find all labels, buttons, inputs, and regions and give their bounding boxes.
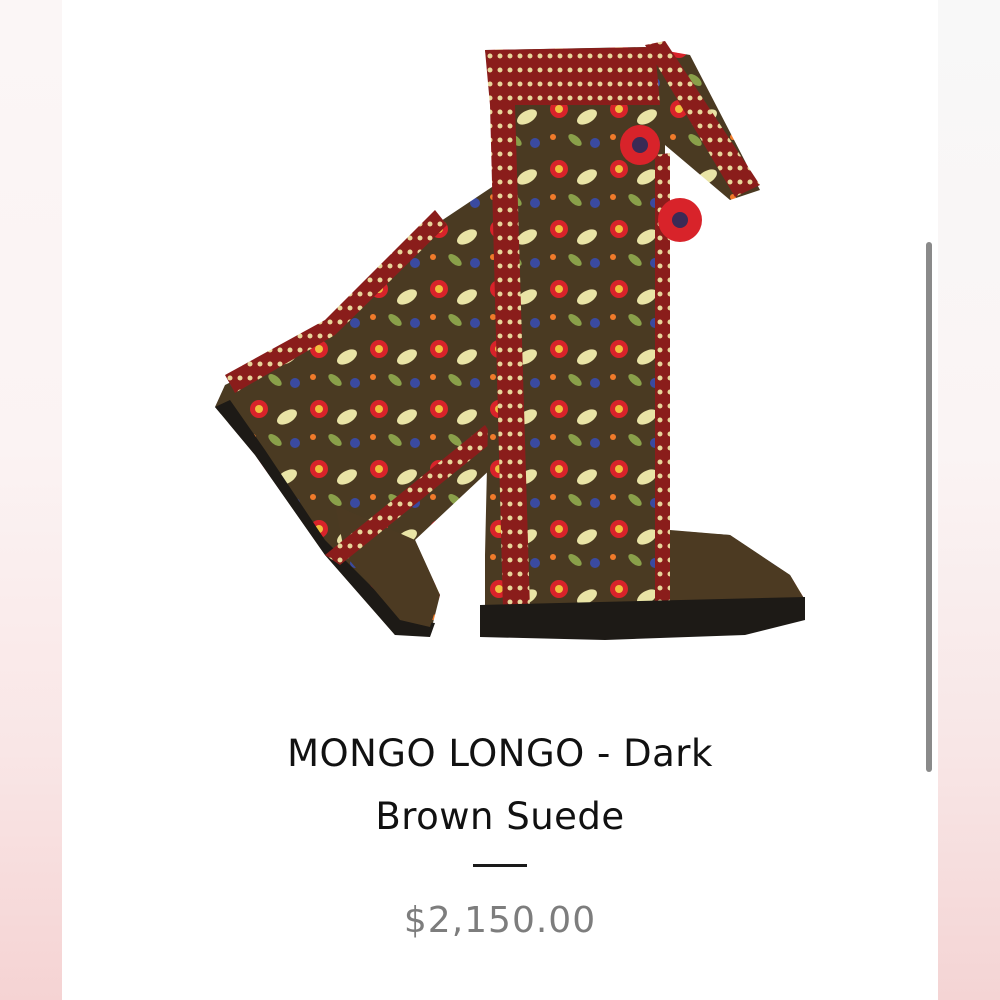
product-image[interactable]: [185, 35, 815, 655]
right-backdrop: [938, 0, 1000, 1000]
right-boot: [480, 41, 805, 640]
left-boot: [215, 185, 495, 637]
product-price: $2,150.00: [403, 900, 597, 941]
product-title-line-1: MONGO LONGO - Dark: [287, 732, 713, 775]
title-divider: [473, 864, 527, 867]
product-title: MONGO LONGO - Dark Brown Suede: [150, 722, 850, 848]
left-backdrop: [0, 0, 62, 1000]
product-title-line-2: Brown Suede: [375, 795, 625, 838]
scrollbar[interactable]: [926, 242, 932, 772]
